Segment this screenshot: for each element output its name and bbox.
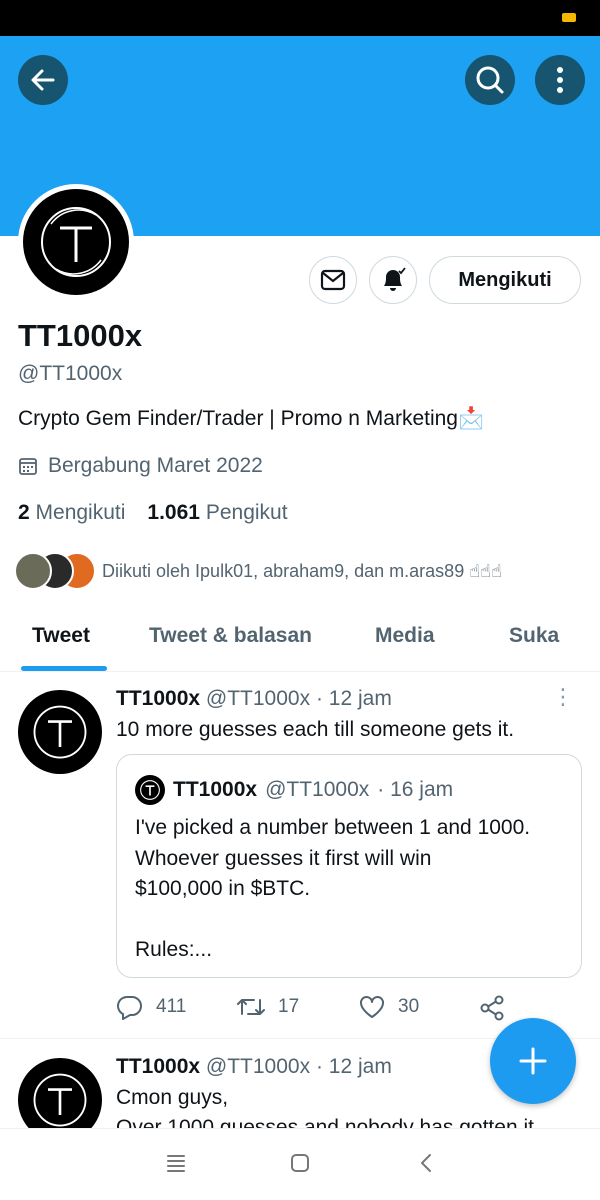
join-date-text: Bergabung Maret 2022 [48,454,263,477]
tab-tweet[interactable]: Tweet [32,624,90,648]
quoted-tweet-time: · 16 jam [377,778,454,801]
logo-t-icon [33,1073,87,1127]
profile-name: TT1000x [18,318,143,353]
compose-tweet-button[interactable] [490,1018,576,1104]
following-link[interactable]: 2 Mengikuti [18,501,125,524]
logo-t-icon [140,780,160,800]
tab-tweet-replies[interactable]: Tweet & balasan [149,624,312,648]
tweet-author-name[interactable]: TT1000x [116,1055,200,1078]
tweet-text: 10 more guesses each till someone gets i… [116,718,515,741]
tweet-text: Cmon guys, [116,1086,229,1109]
tweet-avatar[interactable] [18,1058,102,1128]
search-icon [476,66,504,94]
profile-tabs: Tweet Tweet & balasan Media Suka [0,606,600,672]
like-count: 30 [398,996,420,1017]
home-icon[interactable] [290,1153,310,1173]
tab-likes[interactable]: Suka [509,624,559,648]
profile-avatar[interactable] [18,184,134,300]
quoted-tweet-avatar [135,775,165,805]
tweet-author-handle[interactable]: @TT1000x [206,687,310,710]
tweet-header: TT1000x @TT1000x · 12 jam [116,687,392,711]
tweet-text-line-2: Over 1000 guesses and nobody has gotten … [116,1116,534,1128]
join-date: Bergabung Maret 2022 [18,454,263,478]
vertical-dots-icon [557,67,563,93]
logo-t-icon [33,705,87,759]
following-count: 2 [18,501,30,524]
retweet-count: 17 [278,996,300,1017]
profile-handle: @TT1000x [18,362,123,385]
retweet-icon [237,999,265,1015]
tweet-author-name[interactable]: TT1000x [116,687,200,710]
tab-media[interactable]: Media [375,624,435,648]
followed-by-row[interactable]: Diikuti oleh Ipulk01, abraham9, dan m.ar… [14,551,502,591]
followers-label: Pengikut [205,501,288,524]
tweet-actions: 411 17 30 [116,994,516,1024]
battery-icon [562,13,576,22]
reply-count: 411 [156,996,187,1017]
plus-icon [519,1047,547,1075]
quoted-author-name: TT1000x [173,778,258,801]
reply-icon [117,995,142,1020]
quoted-tweet-text: I've picked a number between 1 and 1000.… [135,816,531,961]
share-button[interactable] [478,994,506,1022]
heart-icon [360,996,384,1018]
following-label: Mengikuti [35,501,126,524]
reply-button[interactable]: 411 [116,994,186,1020]
retweet-button[interactable]: 17 [236,994,299,1020]
active-tab-indicator [21,666,107,671]
system-nav-bar [0,1128,600,1200]
recent-apps-icon[interactable] [165,1153,187,1173]
arrow-left-icon [31,69,55,91]
more-options-button[interactable] [535,55,585,105]
tweet-avatar[interactable] [18,690,102,774]
follow-counts: 2 Mengikuti 1.061 Pengikut [18,501,288,525]
followers-count: 1.061 [147,501,200,524]
tweet-time: · 12 jam [315,687,392,710]
message-button[interactable] [309,256,357,304]
logo-t-icon [41,207,111,277]
like-button[interactable]: 30 [358,994,419,1020]
search-button[interactable] [465,55,515,105]
following-button[interactable]: Mengikuti [429,256,581,304]
quoted-tweet-header: TT1000x @TT1000x · 16 jam [135,775,453,805]
tweet-time: · 12 jam [315,1055,392,1078]
calendar-icon [19,458,37,475]
tweet-author-handle[interactable]: @TT1000x [206,1055,310,1078]
bell-check-icon [384,267,406,291]
tweet-more-icon[interactable]: ⋮ [552,686,574,708]
notifications-button[interactable] [369,256,417,304]
back-nav-icon[interactable] [418,1153,434,1173]
followed-by-text: Diikuti oleh Ipulk01, abraham9, dan m.ar… [102,560,503,581]
quoted-tweet[interactable]: TT1000x @TT1000x · 16 jam I've picked a … [116,754,582,978]
avatar [14,552,52,590]
followers-link[interactable]: 1.061 Pengikut [147,501,287,524]
tweet-header: TT1000x @TT1000x · 12 jam [116,1055,392,1079]
envelope-icon [320,269,346,291]
profile-bio: Crypto Gem Finder/Trader | Promo n Marke… [18,407,485,430]
back-button[interactable] [18,55,68,105]
share-icon [480,995,504,1021]
status-bar [0,0,600,36]
quoted-author-handle: @TT1000x [265,778,370,801]
